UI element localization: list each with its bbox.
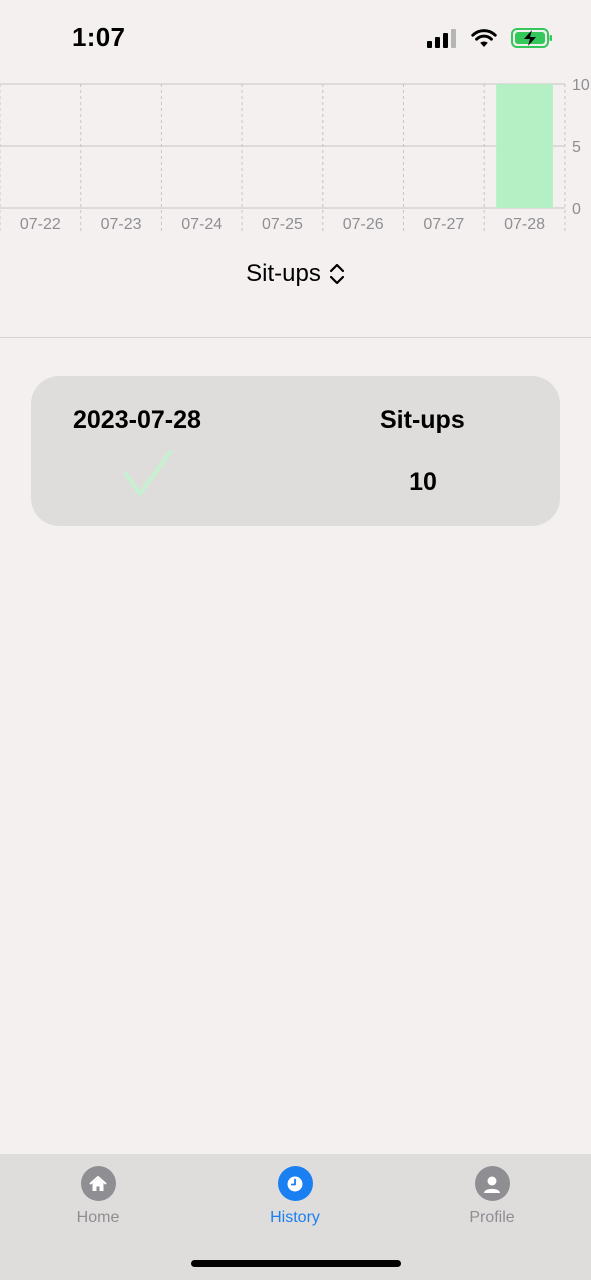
house-icon xyxy=(80,1166,116,1201)
tab-home[interactable]: Home xyxy=(38,1166,158,1227)
wifi-icon xyxy=(471,29,497,47)
entry-date: 2023-07-28 xyxy=(73,406,201,434)
y-tick-label: 10 xyxy=(572,77,590,94)
status-icons xyxy=(427,27,553,49)
person-icon xyxy=(474,1166,510,1201)
status-bar: 1:07 xyxy=(0,0,591,80)
x-tick-label: 07-24 xyxy=(181,216,222,233)
status-time: 1:07 xyxy=(72,22,126,52)
y-tick-label: 0 xyxy=(572,201,581,218)
x-tick-label: 07-26 xyxy=(343,216,384,233)
tab-history-label: History xyxy=(270,1209,320,1226)
bar-chart: 07-22 07-23 07-24 07-25 07-26 07-27 07-28 10 5 0 xyxy=(0,77,590,233)
exercise-selector-label: Sit-ups xyxy=(246,260,321,287)
tab-history[interactable]: History xyxy=(235,1166,355,1227)
section-divider xyxy=(0,337,591,338)
x-tick-label: 07-22 xyxy=(20,216,61,233)
entry-exercise: Sit-ups xyxy=(380,406,465,434)
clock-icon xyxy=(277,1166,313,1201)
exercise-selector[interactable]: Sit-ups xyxy=(0,252,591,296)
chart-bar xyxy=(496,84,553,208)
cellular-signal-icon xyxy=(427,29,456,48)
entry-count: 10 xyxy=(409,468,437,496)
y-tick-label: 5 xyxy=(572,139,581,156)
tab-profile-label: Profile xyxy=(469,1209,515,1226)
x-tick-label: 07-25 xyxy=(262,216,303,233)
home-indicator xyxy=(191,1260,401,1267)
x-tick-label: 07-28 xyxy=(504,216,545,233)
tab-home-label: Home xyxy=(76,1209,120,1226)
chevron-up-down-icon xyxy=(329,263,344,285)
tab-profile[interactable]: Profile xyxy=(432,1166,552,1227)
checkmark-icon xyxy=(124,450,172,496)
x-tick-label: 07-27 xyxy=(423,216,464,233)
history-entry-card[interactable]: 2023-07-28 Sit-ups 10 xyxy=(31,376,560,526)
battery-charging-icon xyxy=(511,28,552,48)
x-tick-label: 07-23 xyxy=(101,216,142,233)
history-chart: 07-22 07-23 07-24 07-25 07-26 07-27 07-28 10 5 0 xyxy=(0,70,591,240)
